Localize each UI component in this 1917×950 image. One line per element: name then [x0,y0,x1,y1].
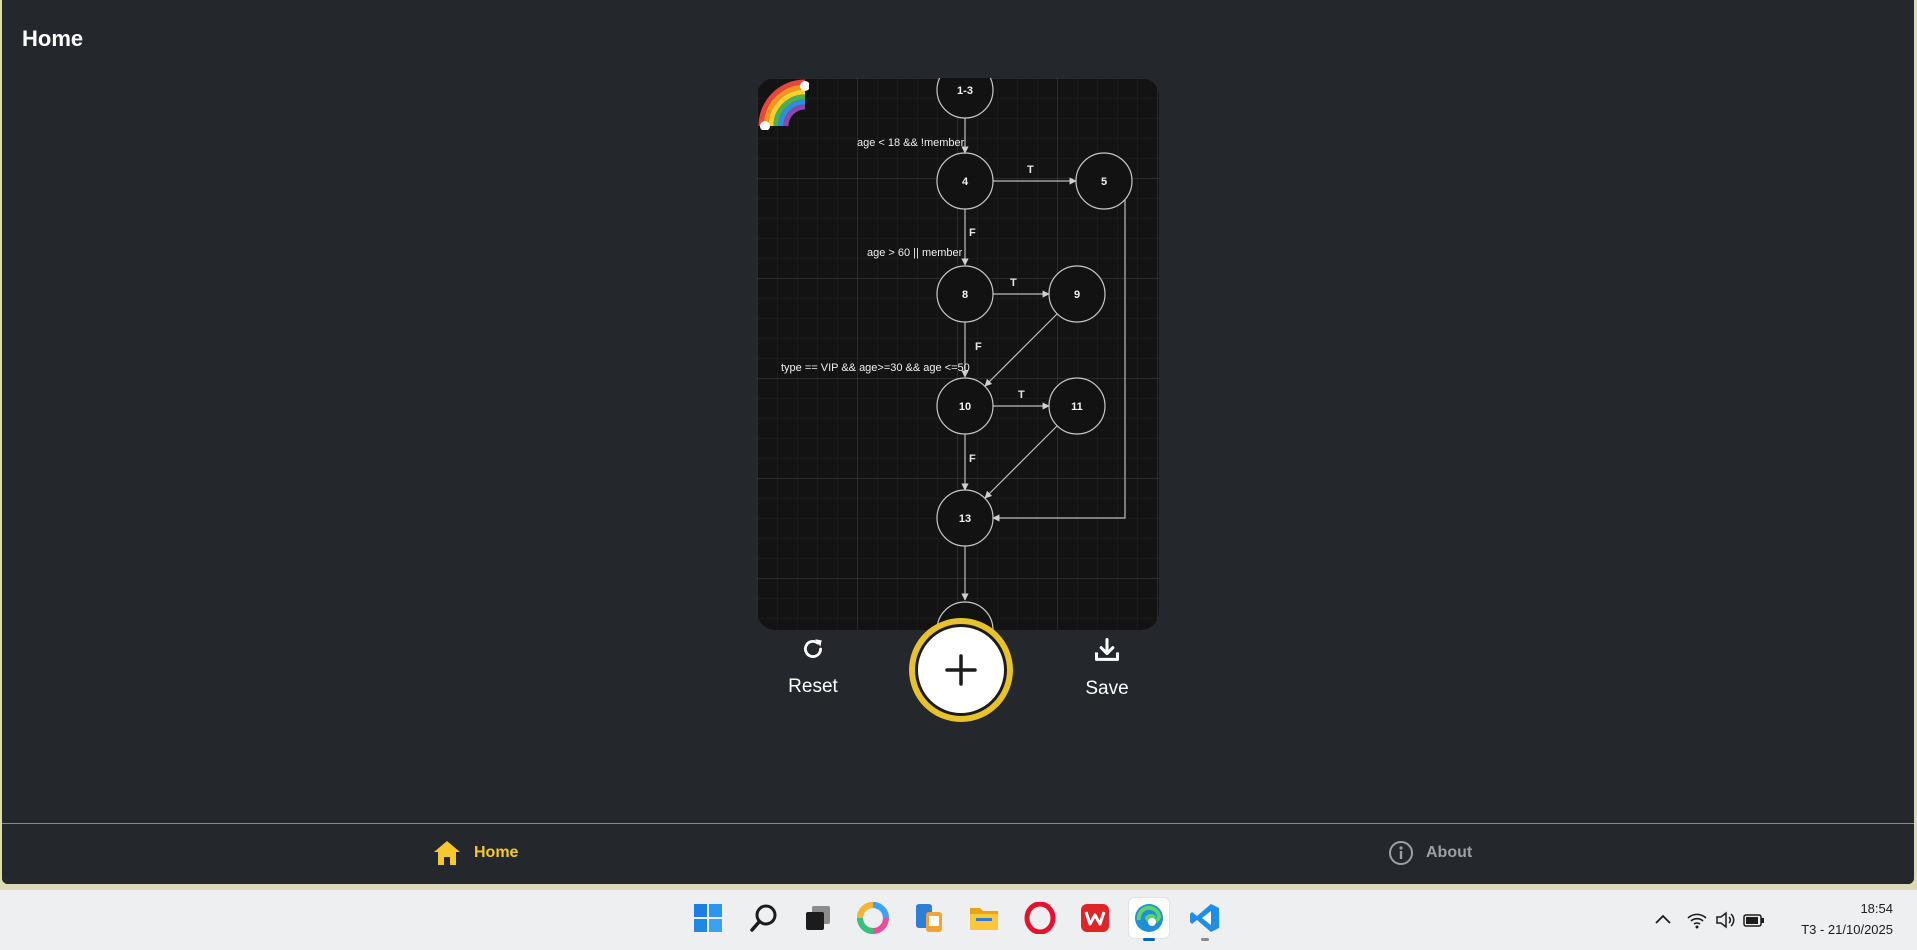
svg-text:5: 5 [1101,176,1107,188]
flow-graph-canvas[interactable]: T F T F T F age < 18 && !member age > 60… [757,78,1159,630]
save-button[interactable]: Save [1062,636,1152,700]
graph-node[interactable]: 1-3 [936,78,994,119]
nav-home-label: Home [474,844,519,861]
nav-about[interactable]: About [1388,838,1472,868]
edge-label-n8-n10: F [975,341,982,353]
info-icon [1389,841,1413,865]
wps-office-icon[interactable] [1075,898,1115,938]
condition-label: age > 60 || member [867,247,963,259]
app-window: Home T F T F T F age < 18 && !member age… [2,0,1914,884]
chevron-up-icon[interactable] [1652,909,1674,931]
edge-label-n4-n8: F [969,227,976,239]
running-indicator [1201,938,1209,941]
reset-label: Reset [788,676,838,697]
home-icon [434,841,460,865]
add-button-face [915,624,1007,716]
vscode-icon[interactable] [1185,898,1225,941]
task-view-icon[interactable] [798,898,838,938]
system-tray [1652,890,1766,950]
search-icon[interactable] [744,898,784,938]
svg-text:11: 11 [1071,401,1083,413]
svg-text:8: 8 [962,289,968,301]
phone-link-icon[interactable] [909,898,949,938]
copilot-icon[interactable] [853,898,893,938]
file-explorer-icon[interactable] [964,898,1004,938]
graph-node[interactable]: 9 [1048,265,1106,323]
windows-start-icon[interactable] [688,898,728,938]
clock-date: T3 - 21/10/2025 [1801,922,1893,937]
system-clock[interactable]: 18:54 T3 - 21/10/2025 [1801,898,1893,940]
graph-node[interactable]: 13 [936,489,994,547]
download-icon [1094,637,1120,661]
graph-node[interactable]: 5 [1075,152,1133,210]
plus-icon [945,654,977,686]
svg-text:4: 4 [962,176,969,188]
taskbar: 18:54 T3 - 21/10/2025 [0,889,1917,950]
edge-label-n4-n5: T [1027,164,1034,176]
reset-button[interactable]: Reset [768,636,858,698]
battery-icon[interactable] [1742,909,1766,931]
rainbow-icon[interactable] [757,78,809,130]
edge-n11-n13 [984,425,1058,499]
clock-time: 18:54 [1860,901,1893,916]
condition-label: type == VIP && age>=30 && age <=50 [781,362,970,374]
page-title: Home [22,26,84,51]
flow-graph: T F T F T F age < 18 && !member age > 60… [781,78,1133,630]
add-button[interactable] [909,618,1013,722]
graph-node[interactable]: 4 [936,152,994,210]
svg-text:1-3: 1-3 [957,85,973,97]
bottom-navigation: Home About [2,823,1914,884]
active-indicator [1143,938,1155,941]
edge-n9-n10 [984,313,1058,387]
wifi-icon[interactable] [1686,909,1708,931]
condition-label: age < 18 && !member [857,137,965,149]
edge-label-n10-n13: F [969,453,976,465]
nav-home[interactable]: Home [432,838,518,868]
nav-about-label: About [1426,844,1473,861]
refresh-icon [804,639,822,658]
svg-text:9: 9 [1074,289,1080,301]
opera-icon[interactable] [1020,898,1060,938]
svg-text:10: 10 [959,401,971,413]
edge-label-n8-n9: T [1010,277,1017,289]
edge-icon[interactable] [1129,898,1169,941]
graph-node[interactable]: 11 [1048,377,1106,435]
svg-text:13: 13 [959,513,971,525]
graph-node[interactable]: 8 [936,265,994,323]
save-label: Save [1085,678,1129,699]
graph-node[interactable]: 10 [936,377,994,435]
edge-label-n10-n11: T [1018,389,1025,401]
volume-icon[interactable] [1714,909,1736,931]
